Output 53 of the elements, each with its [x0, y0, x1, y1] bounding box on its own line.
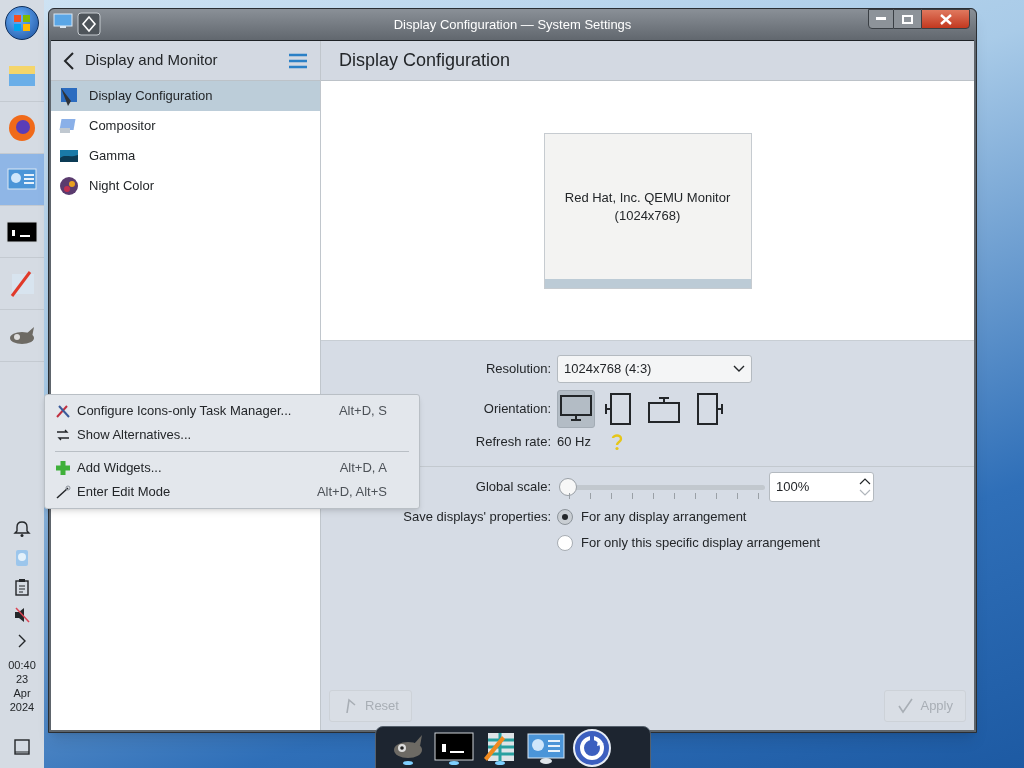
window-title: Display Configuration — System Settings [393, 15, 632, 34]
clock[interactable]: 00:40 23 Apr 2024 [8, 658, 36, 714]
minimize-icon [876, 17, 886, 21]
back-icon[interactable] [63, 51, 75, 70]
start-button[interactable] [5, 6, 39, 40]
minimize-button[interactable] [868, 9, 894, 29]
orientation-button[interactable] [557, 390, 595, 428]
maximize-icon [902, 14, 913, 24]
orientation-label: Orientation: [483, 400, 551, 419]
caret-icon [733, 365, 745, 373]
radio-button[interactable] [557, 509, 573, 525]
radio-button[interactable] [557, 535, 573, 551]
terminal-icon[interactable] [434, 730, 474, 766]
scale-slider[interactable] [561, 477, 765, 497]
page-title: Display Configuration [339, 49, 511, 72]
refresh-rate-label: Refresh rate: [474, 433, 552, 452]
close-icon [939, 13, 952, 25]
global-scale-label: Global scale: [475, 478, 551, 497]
muted-speaker-icon[interactable] [13, 606, 31, 624]
monitor-icon[interactable] [53, 12, 73, 30]
monitor-card[interactable]: Red Hat, Inc. QEMU Monitor (1024x768) [543, 133, 752, 289]
radio-label: For only this specific display arrangement [581, 534, 821, 553]
color-palette-icon [59, 176, 79, 196]
menu-item[interactable]: Show Alternatives... [45, 423, 419, 447]
display-icon [59, 86, 79, 106]
four-squares-icon [13, 14, 31, 32]
sidebar-item[interactable]: Display Configuration [51, 81, 320, 111]
close-button[interactable] [921, 9, 970, 29]
clipboard-icon[interactable] [14, 578, 30, 596]
resolution-label: Resolution: [484, 360, 552, 379]
menu-icon[interactable] [288, 52, 308, 69]
monitor-name: Red Hat, Inc. QEMU Monitor [564, 188, 731, 207]
monitor-resolution: (1024x768) [614, 206, 681, 225]
scale-spinbox[interactable]: 100% [769, 472, 874, 502]
resolution-dropdown[interactable]: 1024x768 (4:3) [557, 355, 752, 383]
menu-item[interactable]: Configure Icons-only Task Manager... Alt+D, S [45, 399, 419, 423]
sidebar-title: Display and Monitor [85, 50, 219, 71]
pin-icon[interactable] [77, 12, 101, 36]
settings-panel-icon[interactable] [526, 730, 566, 766]
checkmark-icon [897, 697, 915, 715]
wrench-icon [55, 484, 71, 500]
swap-arrows-icon [55, 427, 71, 443]
maximize-button[interactable] [894, 9, 921, 29]
clipboard-app-icon[interactable] [13, 548, 31, 568]
save-properties-label: Save displays' properties: [403, 508, 551, 527]
show-desktop-icon[interactable] [13, 738, 31, 756]
plus-icon [55, 460, 71, 476]
menu-item[interactable]: Enter Edit Mode Alt+D, Alt+S [45, 480, 419, 504]
refresh-rate-value: 60 Hz [557, 433, 591, 452]
radio-label: For any display arrangement [581, 508, 747, 527]
menu-item[interactable]: Add Widgets... Alt+D, A [45, 456, 419, 480]
bell-icon[interactable] [13, 520, 31, 538]
slider-thumb[interactable] [559, 477, 577, 496]
